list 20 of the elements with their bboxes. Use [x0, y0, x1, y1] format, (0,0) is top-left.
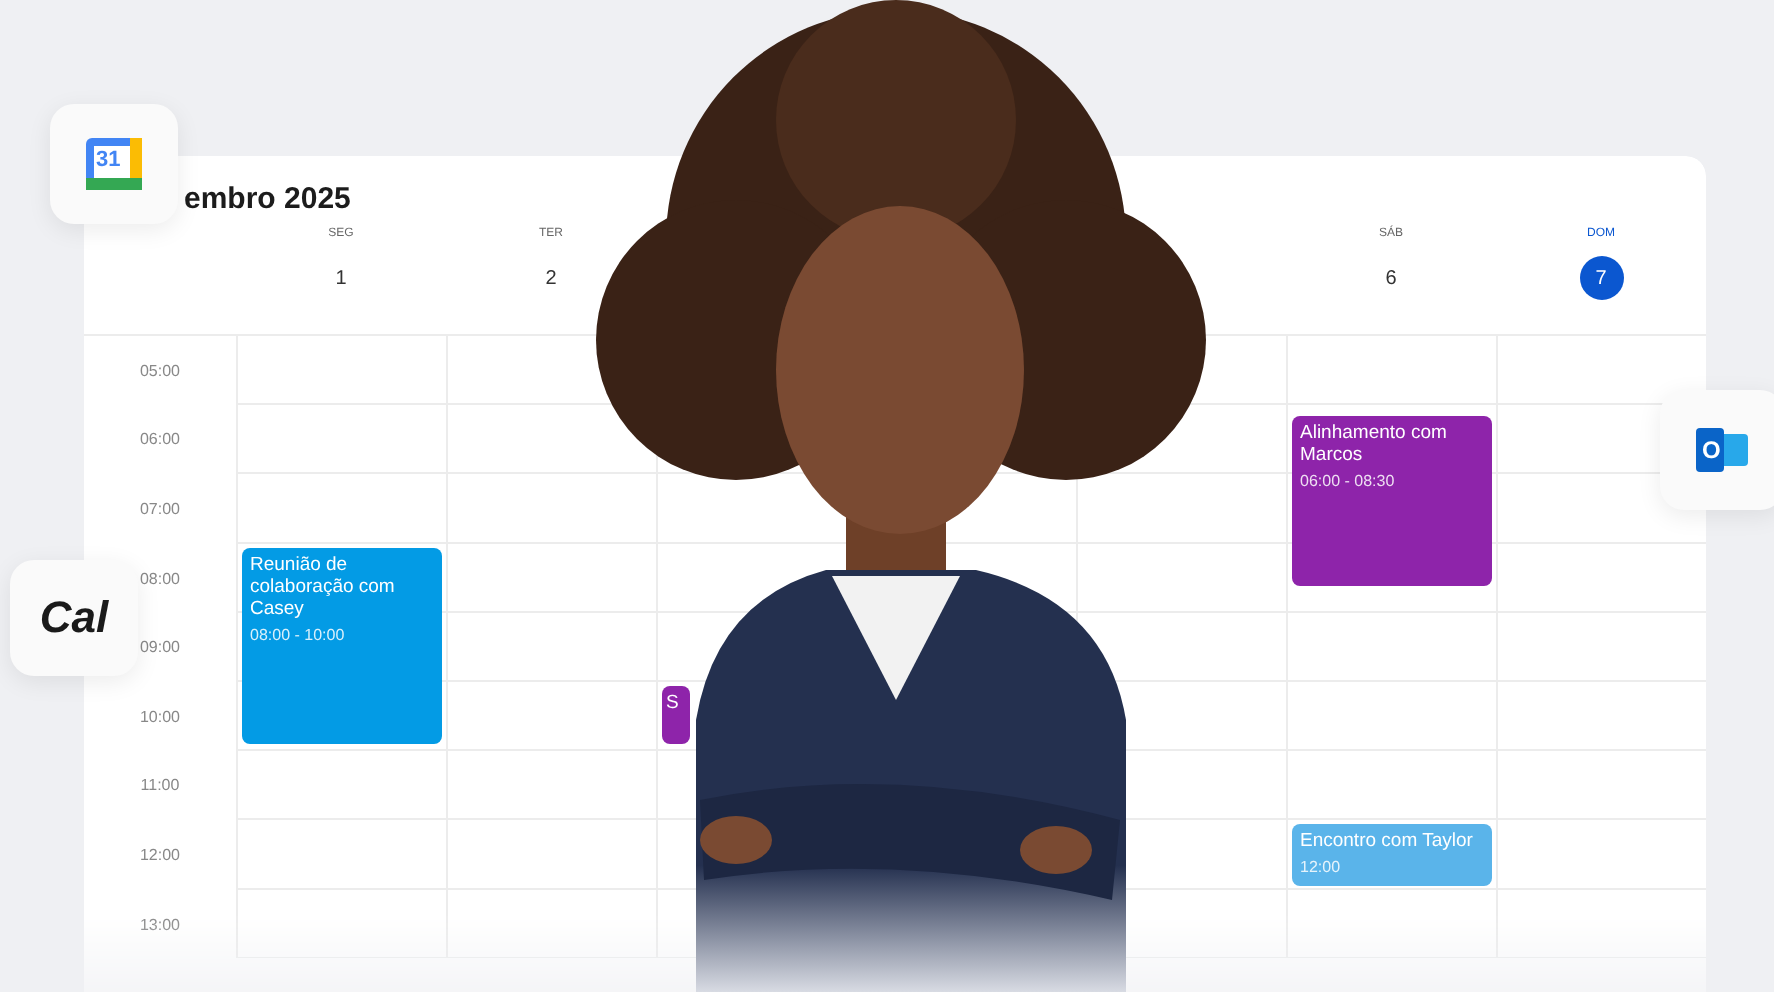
day-number[interactable]: 1 — [319, 256, 363, 300]
app-logo: Cal — [39, 592, 109, 644]
event-block[interactable]: S — [662, 686, 690, 745]
day-number[interactable]: 2 — [529, 256, 573, 300]
calendar-app-icon: 31 — [86, 138, 142, 190]
day-number[interactable]: 6 — [1369, 256, 1413, 300]
app-card[interactable]: Cal — [10, 560, 138, 676]
hour-label: 05:00 — [137, 359, 183, 384]
month-title: embro 2025 — [184, 182, 351, 216]
hour-label: 10:00 — [137, 705, 183, 730]
hour-label: 06:00 — [137, 428, 183, 453]
hour-label: 11:00 — [138, 774, 182, 799]
hour-label: 08:00 — [137, 567, 183, 592]
hour-label: 07:00 — [137, 497, 183, 522]
day-number[interactable]: 7 — [1579, 256, 1623, 300]
app-card[interactable]: 31 — [50, 104, 178, 224]
app-card[interactable]: O — [1660, 390, 1774, 510]
hour-label: 13:00 — [137, 913, 183, 938]
event-block[interactable]: Alinhamento com Marcos 06:00 - 08:30 — [1292, 416, 1492, 586]
hour-label: 12:00 — [137, 843, 183, 868]
